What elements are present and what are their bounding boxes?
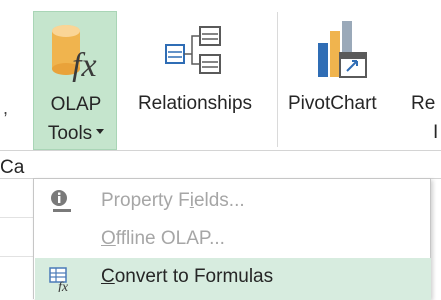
menu-item-label: Property Fields... — [101, 190, 245, 212]
accelerator-key: O — [101, 228, 116, 249]
svg-text:fx: fx — [72, 47, 97, 82]
ribbon-divider — [0, 150, 441, 151]
cut-off-label-top: Re — [411, 93, 436, 114]
olap-tools-button[interactable]: fx OLAP Tools — [33, 11, 117, 150]
label-part: Property F — [101, 190, 190, 211]
sheet-line — [0, 178, 33, 179]
menu-item-property-fields[interactable]: Property Fields... — [35, 182, 431, 220]
menu-item-label: Convert to Formulas — [101, 266, 273, 288]
convert-formulas-icon: fx — [49, 267, 69, 292]
cut-off-glyph: , — [3, 98, 9, 118]
relationships-icon — [165, 26, 221, 74]
label-part: onvert to Formulas — [114, 266, 274, 287]
menu-item-convert-to-formulas[interactable]: fx Convert to Formulas — [35, 258, 431, 300]
group-separator — [277, 12, 278, 147]
relationships-label: Relationships — [137, 93, 253, 114]
sheet-line — [0, 256, 33, 257]
pivotchart-icon — [318, 21, 367, 78]
cut-off-group-label: Ca — [0, 157, 25, 178]
label-part: ffline OLAP... — [115, 228, 225, 249]
relationships-button[interactable]: Relationships — [121, 11, 269, 150]
ribbon: , fx OLAP Tools Relationships PivotChart… — [0, 0, 441, 151]
svg-text:fx: fx — [58, 280, 69, 292]
olap-tools-label-text: Tools — [47, 123, 93, 144]
info-icon — [51, 190, 71, 212]
sheet-line — [0, 217, 33, 218]
olap-tools-menu: Property Fields... Offline OLAP... fx Co… — [33, 178, 431, 300]
menu-item-offline-olap[interactable]: Offline OLAP... — [35, 220, 431, 258]
pivotchart-button[interactable]: PivotChart — [286, 11, 406, 150]
label-part: elds... — [193, 190, 245, 211]
accelerator-key: C — [101, 266, 115, 287]
sheet-line — [431, 178, 441, 179]
olap-cube-fx-icon: fx — [52, 25, 97, 82]
olap-tools-label-line2: Tools — [34, 123, 118, 145]
cut-off-label-mid: I — [433, 122, 439, 143]
menu-item-label: Offline OLAP... — [101, 228, 225, 250]
pivotchart-label: PivotChart — [288, 93, 377, 114]
dropdown-caret-icon — [96, 129, 105, 135]
olap-tools-label-line1: OLAP — [50, 94, 102, 115]
